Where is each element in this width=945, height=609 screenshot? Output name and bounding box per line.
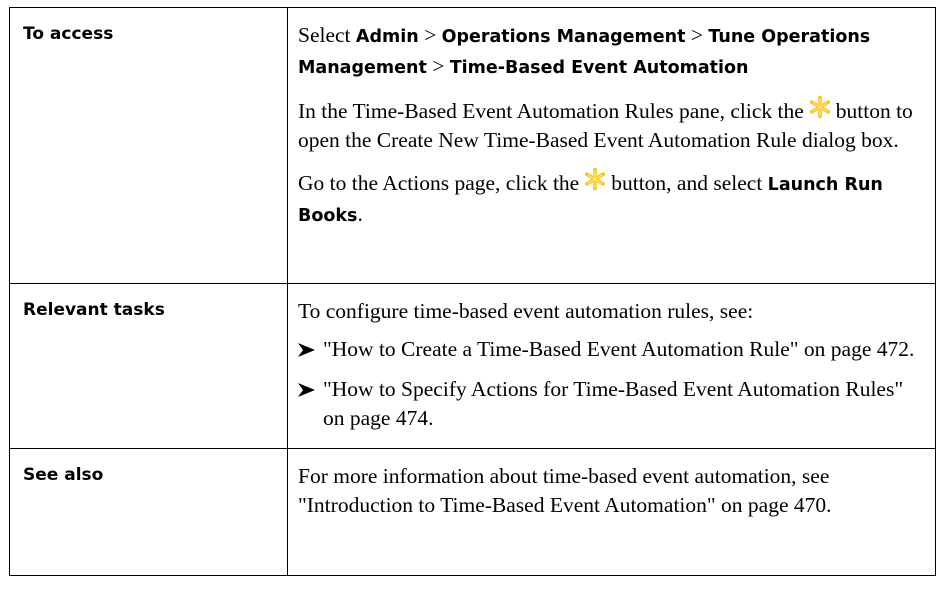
row-label-see-also: See also (9, 448, 288, 576)
task-list: "How to Create a Time-Based Event Automa… (298, 335, 923, 433)
instruction-text: In the Time-Based Event Automation Rules… (298, 99, 804, 123)
relevant-tasks-content: To configure time-based event automation… (287, 283, 936, 449)
path-admin: Admin (355, 27, 419, 47)
instruction-text: Go to the Actions page, click the (298, 171, 580, 195)
row-label-relevant-tasks: Relevant tasks (9, 283, 288, 449)
path-separator: > (426, 54, 450, 78)
arrow-bullet-icon (298, 383, 315, 397)
row-label-to-access: To access (9, 7, 288, 284)
instruction-text: button, and select (611, 171, 763, 195)
instruction-paragraph: Go to the Actions page, click the button,… (298, 167, 923, 231)
asterisk-star-icon (809, 95, 830, 119)
path-operations-management: Operations Management (441, 27, 686, 47)
list-item[interactable]: "How to Specify Actions for Time-Based E… (298, 375, 923, 433)
path-separator: > (685, 23, 709, 47)
relevant-tasks-intro: To configure time-based event automation… (298, 299, 754, 323)
navigation-path: Select Admin > Operations Management > T… (298, 21, 923, 83)
list-item[interactable]: "How to Create a Time-Based Event Automa… (298, 335, 923, 364)
table-row: See also For more information about time… (9, 448, 936, 576)
reference-table: To access Select Admin > Operations Mana… (9, 7, 936, 576)
select-text: Select (298, 23, 356, 47)
instruction-paragraph: In the Time-Based Event Automation Rules… (298, 95, 923, 155)
asterisk-star-icon (585, 167, 606, 191)
task-link[interactable]: "How to Create a Time-Based Event Automa… (323, 337, 914, 361)
see-also-content[interactable]: For more information about time-based ev… (287, 448, 936, 576)
path-time-based-event-automation: Time-Based Event Automation (449, 58, 749, 78)
path-separator: > (418, 23, 442, 47)
period-text: . (357, 202, 363, 226)
arrow-bullet-icon (298, 343, 315, 357)
table-row: To access Select Admin > Operations Mana… (9, 7, 936, 284)
table-row: Relevant tasks To configure time-based e… (9, 283, 936, 449)
to-access-content: Select Admin > Operations Management > T… (287, 7, 936, 284)
task-link[interactable]: "How to Specify Actions for Time-Based E… (323, 377, 903, 430)
